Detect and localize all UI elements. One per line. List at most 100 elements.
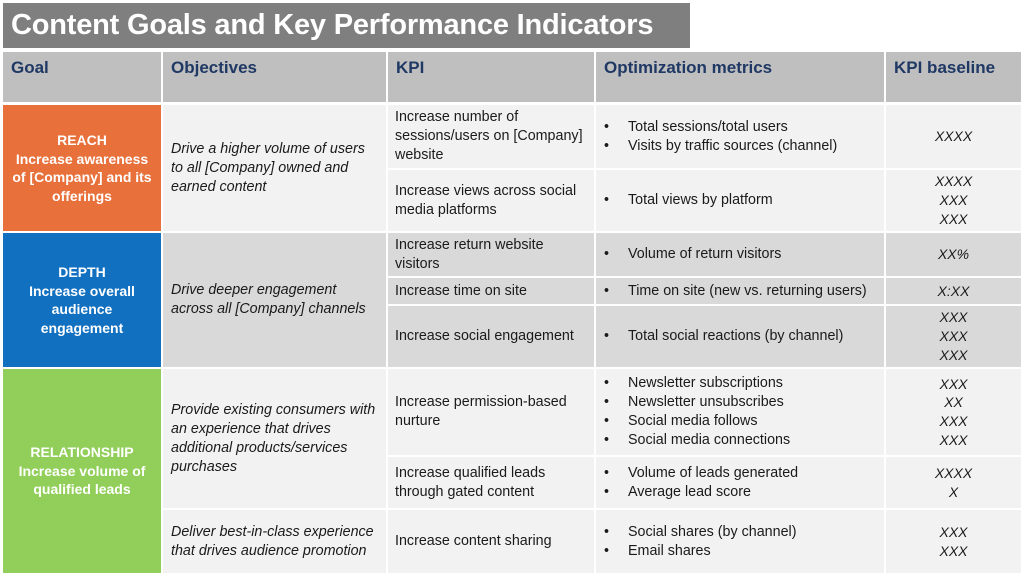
goal-description: Increase overall audience engagement: [29, 282, 135, 336]
page-title: Content Goals and Key Performance Indica…: [3, 3, 690, 48]
objective-reach: Drive a higher volume of users to all [C…: [163, 105, 386, 231]
bullet-icon: •: [604, 394, 610, 410]
header-optimization-metrics: Optimization metrics: [596, 52, 884, 102]
metric-text: Volume of return visitors: [628, 246, 782, 262]
baseline-cell: XXXX XXX XXX: [886, 170, 1021, 231]
metric-text: Social shares (by channel): [628, 523, 797, 540]
baseline-value: XXX: [939, 192, 968, 209]
metric-text: Volume of leads generated: [628, 464, 799, 481]
bullet-icon: •: [604, 192, 610, 208]
metric-item: • Total sessions/total users: [604, 118, 884, 137]
kpi-cell: Increase views across social media platf…: [388, 170, 594, 231]
baseline-value: XXX: [939, 413, 968, 429]
bullet-icon: •: [604, 375, 610, 391]
goal-depth: DEPTH Increase overall audience engageme…: [3, 233, 161, 367]
bullet-icon: •: [604, 483, 610, 500]
objective-depth: Drive deeper engagement across all [Comp…: [163, 233, 386, 367]
goal-name: REACH: [57, 132, 107, 148]
goal-name: DEPTH: [58, 264, 106, 280]
metric-text: Total sessions/total users: [628, 118, 788, 135]
baseline-value: X: [948, 483, 959, 500]
baseline-cell: XXXX: [886, 105, 1021, 168]
metric-text: Social media follows: [628, 413, 758, 429]
metric-text: Social media connections: [628, 432, 791, 448]
bullet-icon: •: [604, 413, 610, 429]
baseline-value: XXX: [939, 210, 968, 227]
baseline-cell: XXX XXX XXX: [886, 306, 1021, 367]
objective-relationship: Deliver best-in-class experience that dr…: [163, 510, 386, 573]
metrics-cell: • Volume of leads generated • Average lead…: [596, 457, 884, 508]
baseline-value: XXXX: [934, 173, 973, 190]
metric-item: • Average lead score: [604, 483, 884, 502]
metric-item: • Volume of leads generated: [604, 464, 884, 483]
kpi-cell: Increase time on site: [388, 278, 594, 304]
baseline-cell: XXXX X: [886, 457, 1021, 508]
metric-text: Total social reactions (by channel): [628, 328, 844, 344]
baseline-value: XXX: [939, 523, 968, 540]
bullet-icon: •: [604, 432, 610, 448]
metric-item: • Social shares (by channel): [604, 523, 884, 542]
metrics-cell: • Time on site (new vs. returning users): [596, 278, 884, 304]
header-goal: Goal: [3, 52, 161, 102]
metric-item: • Newsletter subscriptions: [604, 374, 884, 393]
metric-item: • Total views by platform: [604, 191, 884, 210]
baseline-value: XXX: [939, 542, 968, 559]
bullet-icon: •: [604, 246, 610, 262]
goal-description: Increase awareness of [Company] and its …: [12, 150, 152, 204]
baseline-value: XX%: [937, 246, 970, 263]
baseline-value: XXX: [939, 328, 968, 345]
goal-relationship: RELATIONSHIP Increase volume of qualifie…: [3, 369, 161, 573]
metric-item: • Visits by traffic sources (channel): [604, 137, 884, 156]
header-objectives: Objectives: [163, 52, 386, 102]
kpi-cell: Increase content sharing: [388, 510, 594, 573]
metric-text: Visits by traffic sources (channel): [628, 137, 838, 154]
metrics-cell: • Volume of return visitors: [596, 233, 884, 276]
bullet-icon: •: [604, 542, 610, 559]
kpi-cell: Increase social engagement: [388, 306, 594, 367]
kpi-cell: Increase return website visitors: [388, 233, 594, 276]
baseline-cell: XXX XXX: [886, 510, 1021, 573]
baseline-value: XXX: [939, 375, 968, 392]
metric-item: • Volume of return visitors: [604, 245, 884, 264]
metric-text: Average lead score: [628, 483, 751, 500]
bullet-icon: •: [604, 328, 610, 344]
goal-name: RELATIONSHIP: [30, 444, 134, 461]
baseline-value: XXX: [939, 309, 968, 326]
metric-text: Time on site (new vs. returning users): [628, 282, 867, 299]
kpi-cell: Increase number of sessions/users on [Co…: [388, 105, 594, 168]
metric-item: • Email shares: [604, 542, 884, 561]
metric-text: Newsletter subscriptions: [628, 375, 783, 391]
bullet-icon: •: [604, 137, 610, 154]
header-kpi-baseline: KPI baseline: [886, 52, 1021, 102]
goal-reach: REACH Increase awareness of [Company] an…: [3, 105, 161, 231]
metric-text: Total views by platform: [628, 192, 773, 208]
metric-text: Email shares: [628, 542, 711, 559]
baseline-cell: XX%: [886, 233, 1021, 276]
metrics-cell: • Total views by platform: [596, 170, 884, 231]
baseline-cell: X:XX: [886, 278, 1021, 304]
bullet-icon: •: [604, 282, 610, 299]
metrics-cell: • Newsletter subscriptions • Newsletter un…: [596, 369, 884, 455]
header-kpi: KPI: [388, 52, 594, 102]
baseline-value: XXX: [939, 346, 968, 363]
baseline-value: XX: [944, 394, 963, 411]
metric-item: • Time on site (new vs. returning users): [604, 282, 884, 301]
baseline-value: X:XX: [937, 282, 970, 299]
baseline-cell: XXX XX XXX XXX: [886, 369, 1021, 455]
baseline-value: XXX: [939, 431, 968, 448]
metric-item: • Social media connections: [604, 431, 884, 450]
metric-item: • Total social reactions (by channel): [604, 327, 884, 346]
metrics-cell: • Total social reactions (by channel): [596, 306, 884, 367]
bullet-icon: •: [604, 523, 610, 540]
baseline-value: XXXX: [934, 128, 973, 145]
metric-item: • Social media follows: [604, 412, 884, 431]
kpi-cell: Increase qualified leads through gated c…: [388, 457, 594, 508]
metric-text: Newsletter unsubscribes: [628, 394, 784, 410]
metrics-cell: • Total sessions/total users • Visits by t…: [596, 105, 884, 168]
bullet-icon: •: [604, 118, 610, 135]
goal-description: Increase volume of qualified leads: [18, 462, 146, 498]
kpi-cell: Increase permission-based nurture: [388, 369, 594, 455]
objective-relationship: Provide existing consumers with an exper…: [163, 369, 386, 508]
metric-item: • Newsletter unsubscribes: [604, 393, 884, 412]
metrics-cell: • Social shares (by channel) • Email share…: [596, 510, 884, 573]
